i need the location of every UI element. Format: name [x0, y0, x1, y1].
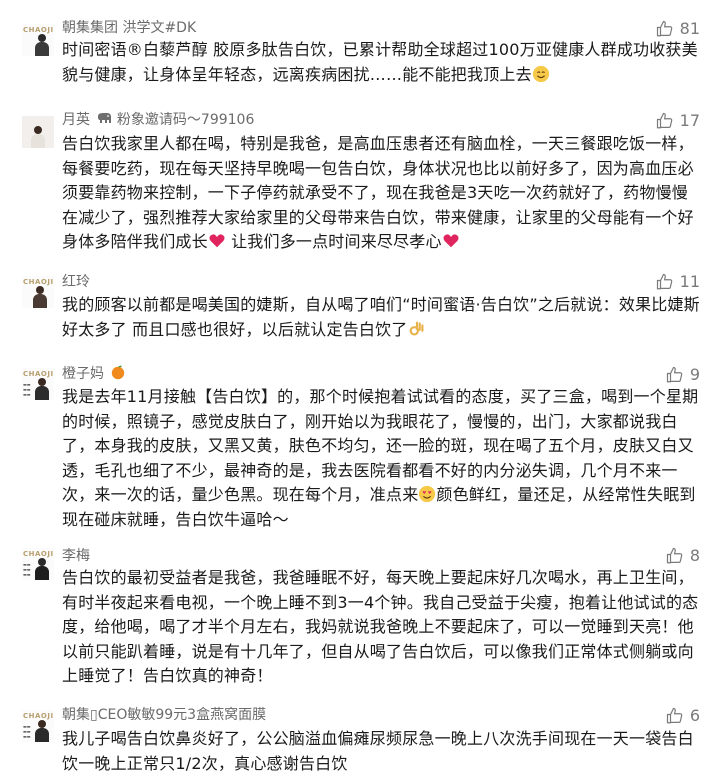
- like-button[interactable]: 11: [656, 272, 700, 292]
- like-button[interactable]: 81: [656, 19, 700, 39]
- comment-nickname[interactable]: 李梅: [62, 546, 90, 566]
- avatar[interactable]: CHAOJI: [22, 24, 54, 56]
- like-count: 8: [689, 546, 700, 565]
- avatar-brand: CHAOJI: [23, 278, 54, 286]
- elephant-icon: [98, 113, 112, 123]
- like-button[interactable]: 17: [656, 111, 700, 131]
- avatar[interactable]: [22, 116, 54, 148]
- like-button[interactable]: 6: [666, 706, 700, 726]
- thumbs-up-icon: [656, 273, 672, 290]
- like-button[interactable]: 9: [666, 365, 700, 385]
- avatar[interactable]: CHAOJI: [22, 276, 54, 308]
- avatar[interactable]: CHAOJI ▬▬ ▬▬ ▬▬: [22, 548, 54, 580]
- thumbs-up-icon: [656, 112, 672, 129]
- avatar[interactable]: CHAOJI ▬▬ ▬▬ ▬▬: [22, 710, 54, 742]
- red-heart-emoji: [443, 234, 459, 248]
- avatar-brand: CHAOJI: [23, 370, 54, 378]
- like-count: 6: [689, 706, 700, 725]
- thumbs-up-icon: [656, 20, 672, 37]
- comment-text: 我是去年11月接触【告白饮】的，那个时候抱着试试看的态度，买了三盒，喝到一个星期…: [62, 387, 699, 529]
- comment-text: 告白饮我家里人都在喝，特别是我爸，是高血压患者还有脑血栓，一天三餐跟吃饭一样，每…: [62, 134, 694, 251]
- avatar[interactable]: CHAOJI ▬▬ ▬▬ ▬▬: [22, 368, 54, 400]
- like-count: 9: [689, 365, 700, 384]
- smiling-face-with-heart-eyes-emoji: [419, 485, 436, 503]
- comment-text: 我的顾客以前都是喝美国的婕斯，自从喝了咱们“时间蜜语·告白饮”之后就说：效果比婕…: [62, 295, 700, 339]
- ok-hand-emoji: [409, 321, 423, 335]
- red-heart-emoji: [209, 234, 225, 248]
- comment-nickname[interactable]: 红玲: [62, 272, 90, 292]
- comment-text: 我儿子喝告白饮鼻炎好了，公公脑溢血偏瘫尿频尿急一晚上八次洗手间现在一天一袋告白饮…: [62, 729, 694, 773]
- avatar-brand: CHAOJI: [23, 712, 54, 720]
- comment-text: 告白饮的最初受益者是我爸，我爸睡眠不好，每天晚上要起床好几次喝水，再上卫生间，有…: [62, 568, 699, 685]
- avatar-brand: CHAOJI: [23, 26, 54, 34]
- comment-nickname[interactable]: 橙子妈: [62, 364, 126, 384]
- like-count: 11: [679, 272, 700, 291]
- like-count: 17: [679, 111, 700, 130]
- thumbs-up-icon: [666, 366, 683, 383]
- thumbs-up-icon: [666, 707, 683, 724]
- comment-nickname[interactable]: 月英 粉象邀请码～799106: [62, 110, 254, 130]
- thumbs-up-icon: [666, 547, 683, 564]
- like-button[interactable]: 8: [666, 546, 700, 566]
- avatar-brand: CHAOJI: [23, 550, 54, 558]
- comment-text: 时间密语®白藜芦醇 胶原多肽告白饮，已累计帮助全球超过100万亚健康人群成功收获…: [62, 40, 698, 84]
- like-count: 81: [679, 19, 700, 38]
- smiling-face-emoji: [532, 65, 549, 82]
- comment-nickname[interactable]: 朝集集团 洪学文#DK: [62, 18, 196, 38]
- tangerine-emoji: [112, 365, 125, 380]
- comment-nickname[interactable]: 朝集▯CEO敏敏99元3盒燕窝面膜: [62, 705, 266, 725]
